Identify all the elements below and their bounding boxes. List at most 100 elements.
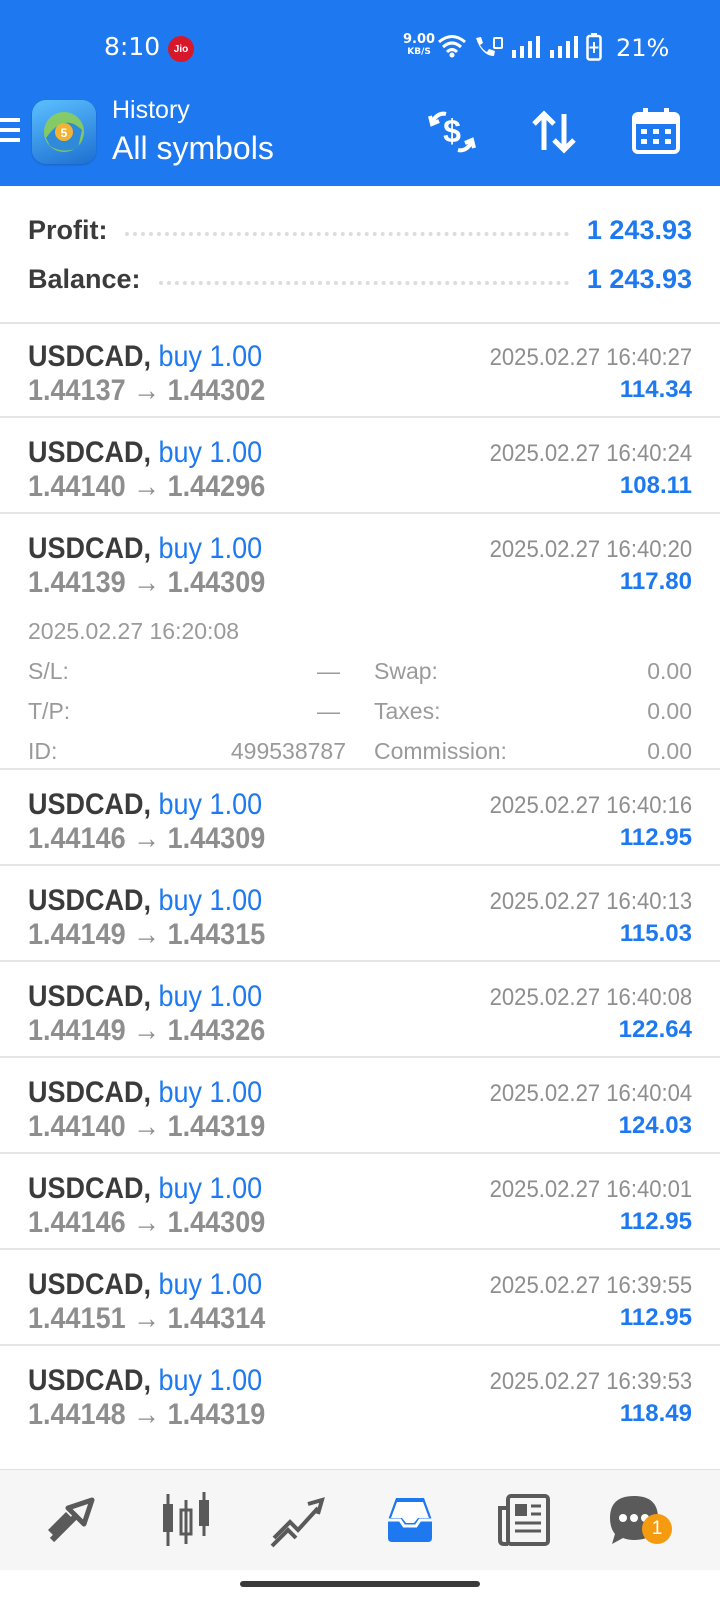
deal-row[interactable]: USDCAD, buy 1.00 1.44151 → 1.44314 2025.… <box>0 1250 720 1346</box>
profit-label: Profit: <box>28 214 108 245</box>
deal-close-price: 1.44314 <box>167 1302 266 1335</box>
balance-row: Balance: 1 243.93 <box>28 259 692 299</box>
deal-symbol: USDCAD, <box>28 340 152 373</box>
deal-row-expanded[interactable]: USDCAD, buy 1.00 1.44139 → 1.44309 2025.… <box>0 514 720 770</box>
deal-time: 2025.02.27 16:40:08 <box>489 984 692 1011</box>
deal-profit: 117.80 <box>619 568 692 595</box>
network-speed-unit: KB/S <box>407 47 431 57</box>
deal-type: buy 1.00 <box>158 1172 263 1205</box>
commission-value: 0.00 <box>647 738 692 764</box>
deal-profit: 112.95 <box>619 1304 692 1331</box>
news-icon[interactable] <box>494 1490 554 1550</box>
deal-time: 2025.02.27 16:39:55 <box>489 1272 692 1299</box>
deal-row[interactable]: USDCAD, buy 1.00 1.44148 → 1.44319 2025.… <box>0 1346 720 1442</box>
profit-value: 1 243.93 <box>586 214 692 245</box>
deal-row[interactable]: USDCAD, buy 1.00 1.44146 → 1.44309 2025.… <box>0 1154 720 1250</box>
deal-row[interactable]: USDCAD, buy 1.00 1.44149 → 1.44315 2025.… <box>0 866 720 962</box>
bottom-navigation <box>0 1469 720 1570</box>
deal-close-price: 1.44309 <box>167 566 266 599</box>
messages-badge: 1 <box>642 1514 672 1544</box>
svg-text:5: 5 <box>61 126 68 140</box>
history-summary: Profit: 1 243.93 Balance: 1 243.93 <box>0 186 720 324</box>
tp-label: T/P: <box>28 698 71 724</box>
sl-label: S/L: <box>28 658 69 684</box>
deal-row[interactable]: USDCAD, buy 1.00 1.44140 → 1.44296 2025.… <box>0 418 720 514</box>
taxes-value: 0.00 <box>647 698 692 724</box>
balance-label: Balance: <box>28 263 141 294</box>
deal-close-price: 1.44309 <box>167 1206 266 1239</box>
dollar-refresh-icon[interactable]: $ <box>426 106 478 158</box>
app-bar: 5 History All symbols $ <box>0 96 720 186</box>
deal-time: 2025.02.27 16:40:04 <box>489 1080 692 1107</box>
deal-symbol: USDCAD, <box>28 884 152 917</box>
arrow-icon: → <box>133 1302 161 1335</box>
deal-symbol: USDCAD, <box>28 980 152 1013</box>
deal-profit: 124.03 <box>618 1112 692 1139</box>
arrow-icon: → <box>133 1110 161 1143</box>
deal-profit: 114.34 <box>619 376 692 403</box>
network-speed-value: 9.00 <box>403 32 436 47</box>
deal-type: buy 1.00 <box>158 884 263 917</box>
deal-profit: 112.95 <box>619 1208 692 1235</box>
calendar-icon[interactable] <box>630 106 682 158</box>
deal-symbol: USDCAD, <box>28 1364 152 1397</box>
deal-open-price: 1.44139 <box>28 566 126 599</box>
arrow-icon: → <box>133 1206 161 1239</box>
deal-open-price: 1.44137 <box>28 374 126 407</box>
battery-percent: 21% <box>616 34 670 62</box>
deal-row[interactable]: USDCAD, buy 1.00 1.44149 → 1.44326 2025.… <box>0 962 720 1058</box>
deal-profit: 115.03 <box>619 920 692 947</box>
quotes-icon[interactable] <box>42 1490 102 1550</box>
metatrader-logo[interactable]: 5 <box>32 100 96 164</box>
deal-type: buy 1.00 <box>158 436 263 469</box>
volte-call-icon <box>476 37 503 56</box>
history-icon[interactable] <box>380 1490 440 1550</box>
trade-icon[interactable] <box>268 1490 328 1550</box>
tp-value: — <box>317 698 340 724</box>
deal-close-price: 1.44319 <box>167 1110 266 1143</box>
menu-icon[interactable] <box>0 118 20 148</box>
deal-close-price: 1.44319 <box>167 1398 266 1431</box>
wifi-icon <box>438 35 466 58</box>
sort-icon[interactable] <box>528 106 580 158</box>
deal-open-price: 1.44140 <box>28 1110 126 1143</box>
arrow-icon: → <box>133 566 161 599</box>
taxes-label: Taxes: <box>374 698 441 724</box>
deal-type: buy 1.00 <box>158 1076 263 1109</box>
deal-open-price: 1.44146 <box>28 822 126 855</box>
deal-profit: 122.64 <box>618 1016 692 1043</box>
deal-open-price: 1.44151 <box>28 1302 126 1335</box>
gesture-bar[interactable] <box>240 1581 480 1587</box>
arrow-icon: → <box>133 470 161 503</box>
chart-icon[interactable] <box>156 1490 216 1550</box>
deal-time: 2025.02.27 16:40:24 <box>489 440 692 467</box>
deal-list: USDCAD, buy 1.00 1.44137 → 1.44302 2025.… <box>0 322 720 1442</box>
dotted-leader <box>158 281 569 285</box>
battery-icon <box>586 33 602 61</box>
deal-profit: 112.95 <box>619 824 692 851</box>
deal-time: 2025.02.27 16:39:53 <box>489 1368 692 1395</box>
deal-time: 2025.02.27 16:40:20 <box>489 536 692 563</box>
deal-open-price: 1.44149 <box>28 918 126 951</box>
dotted-leader <box>125 232 569 236</box>
deal-close-price: 1.44315 <box>167 918 266 951</box>
deal-symbol: USDCAD, <box>28 532 152 565</box>
arrow-icon: → <box>133 1398 161 1431</box>
page-title: History <box>112 96 190 124</box>
status-time: 8:10 <box>104 32 161 61</box>
profit-row: Profit: 1 243.93 <box>28 210 692 250</box>
deal-symbol: USDCAD, <box>28 1172 152 1205</box>
arrow-icon: → <box>133 374 161 407</box>
id-value: 499538787 <box>230 738 346 764</box>
deal-row[interactable]: USDCAD, buy 1.00 1.44137 → 1.44302 2025.… <box>0 322 720 418</box>
deal-close-price: 1.44296 <box>167 470 266 503</box>
deal-type: buy 1.00 <box>158 788 263 821</box>
signal-icon-sim2 <box>550 36 578 58</box>
deal-time: 2025.02.27 16:40:27 <box>489 344 692 371</box>
deal-row[interactable]: USDCAD, buy 1.00 1.44146 → 1.44309 2025.… <box>0 770 720 866</box>
deal-open-time: 2025.02.27 16:20:08 <box>28 618 240 644</box>
commission-label: Commission: <box>374 738 507 764</box>
deal-row[interactable]: USDCAD, buy 1.00 1.44140 → 1.44319 2025.… <box>0 1058 720 1154</box>
deal-open-price: 1.44148 <box>28 1398 126 1431</box>
symbol-filter[interactable]: All symbols <box>112 130 274 167</box>
